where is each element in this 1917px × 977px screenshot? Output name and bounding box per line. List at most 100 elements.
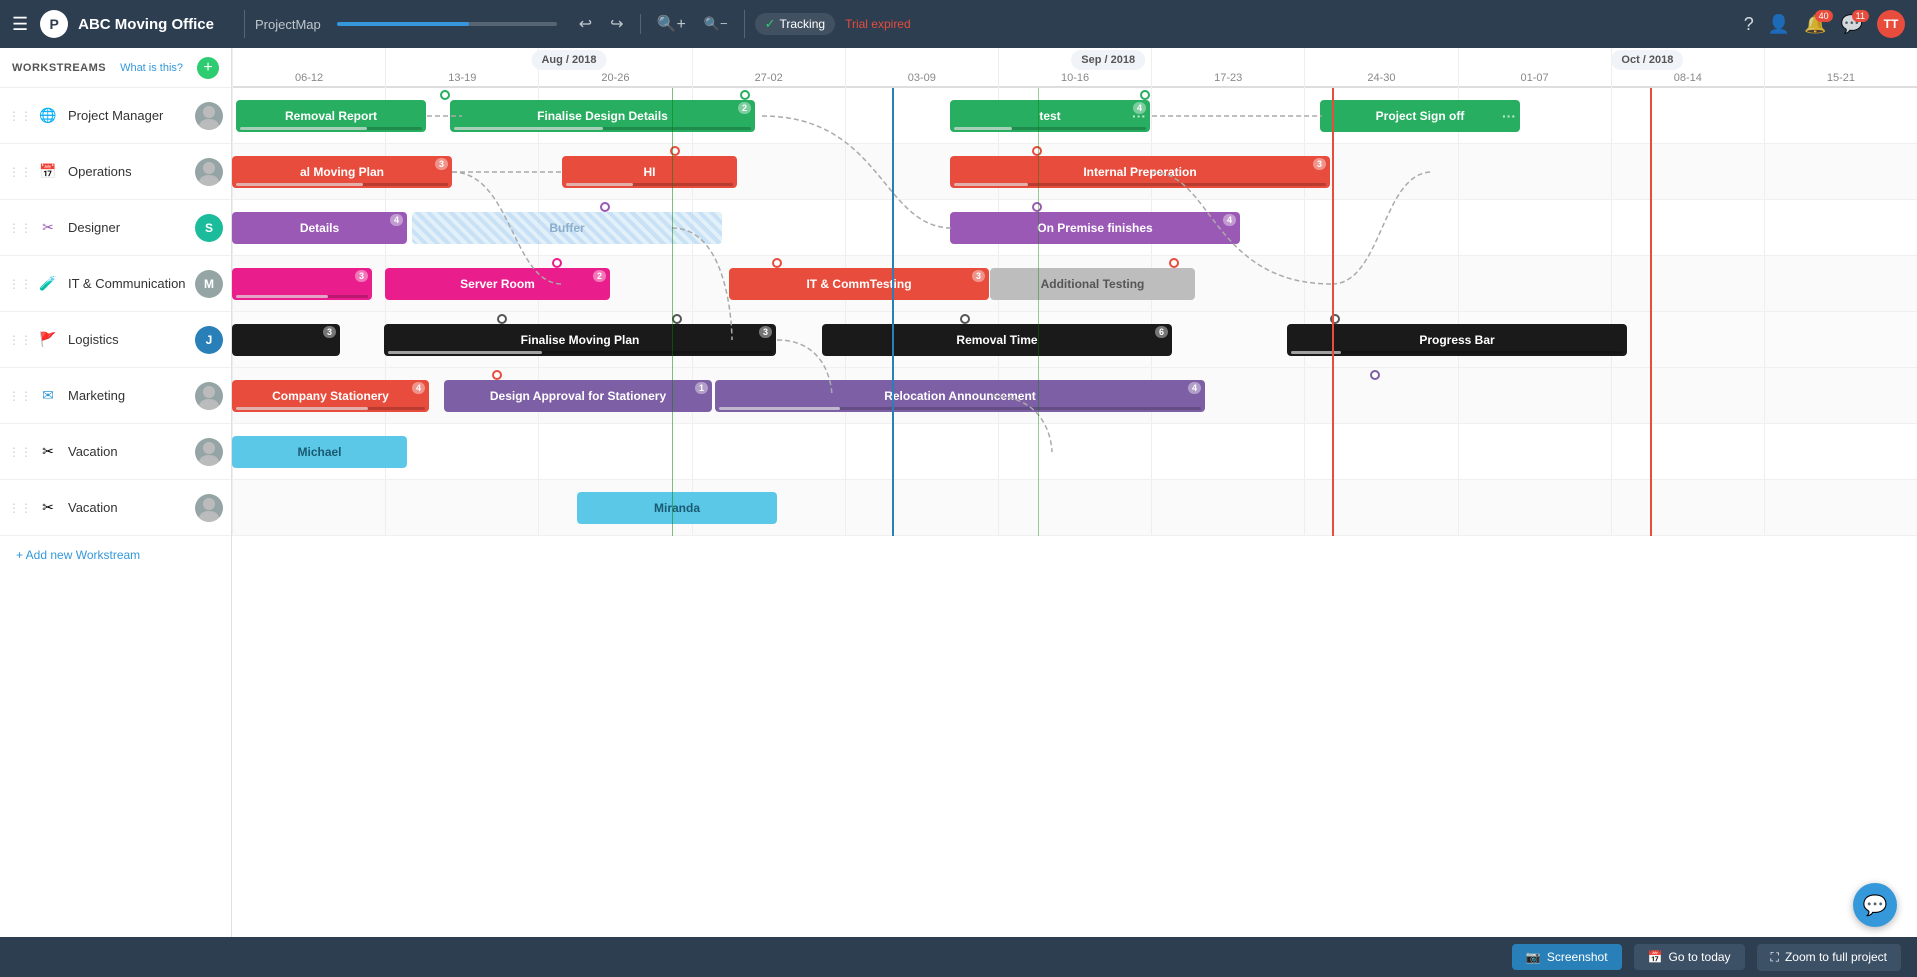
drag-handle-vac1[interactable]: ⋮⋮ (8, 445, 32, 459)
bar-removal-report[interactable]: Removal Report (236, 100, 426, 132)
add-workstream-link[interactable]: + Add new Workstream (0, 536, 231, 574)
chat-bubble-button[interactable]: 💬 (1853, 883, 1897, 927)
drag-handle-des[interactable]: ⋮⋮ (8, 221, 32, 235)
redo-button[interactable]: ↪ (604, 10, 629, 38)
bar-buffer[interactable]: Buffer (412, 212, 722, 244)
workstream-icon-des: ✂ (36, 216, 60, 240)
bar-hi[interactable]: HI (562, 156, 737, 188)
zoom-out-button[interactable]: 🔍− (698, 12, 734, 36)
gantt-row-pm: Removal Report Finalise Design Details 2… (232, 88, 1917, 144)
bar-michael[interactable]: Michael (232, 436, 407, 468)
drag-handle-ops[interactable]: ⋮⋮ (8, 165, 32, 179)
project-name[interactable]: ABC Moving Office (78, 16, 214, 33)
milestone-log-3 (960, 314, 970, 324)
week-col-9: 01-07 (1458, 48, 1611, 88)
bar-it-comm-testing[interactable]: IT & CommTesting 3 (729, 268, 989, 300)
gantt-row-mkt: Company Stationery 4 Design Approval for… (232, 368, 1917, 424)
gantt-row-vac1: Michael (232, 424, 1917, 480)
avatar-des: S (195, 214, 223, 242)
bar-additional-testing[interactable]: Additional Testing (990, 268, 1195, 300)
milestone-itc-3 (1169, 258, 1179, 268)
zoom-to-full-project-button[interactable]: ⛶ Zoom to full project (1757, 944, 1901, 971)
zoom-icon: ⛶ (1771, 950, 1779, 965)
bar-internal-preperation[interactable]: Internal Preperation 3 (950, 156, 1330, 188)
timeline-header: Aug / 2018 Sep / 2018 Oct / 2018 06-12 1… (232, 48, 1917, 88)
workstream-row-vac1[interactable]: ⋮⋮ ✂ Vacation (0, 424, 231, 480)
bar-miranda[interactable]: Miranda (577, 492, 777, 524)
workstream-row-des[interactable]: ⋮⋮ ✂ Designer S (0, 200, 231, 256)
month-oct: Oct / 2018 (1611, 50, 1683, 70)
workstream-name-mkt: Marketing (68, 388, 195, 403)
topnav-right: ? 👤 🔔 40 💬 11 TT (1744, 10, 1905, 38)
gantt-area[interactable]: Aug / 2018 Sep / 2018 Oct / 2018 06-12 1… (232, 48, 1917, 937)
view-name[interactable]: ProjectMap (255, 17, 321, 32)
tracking-check-icon: ✓ (765, 16, 776, 32)
add-workstream-button[interactable]: + (197, 57, 219, 79)
bar-company-stationery[interactable]: Company Stationery 4 (232, 380, 429, 412)
bar-removal-time[interactable]: Removal Time 6 (822, 324, 1172, 356)
workstream-name-pm: Project Manager (68, 108, 195, 123)
messages-button[interactable]: 💬 11 (1841, 14, 1863, 35)
avatar-itc: M (195, 270, 223, 298)
bar-test[interactable]: test 4 ··· (950, 100, 1150, 132)
zoom-in-button[interactable]: 🔍+ (651, 10, 692, 38)
hamburger-icon[interactable]: ☰ (12, 14, 28, 35)
drag-handle-log[interactable]: ⋮⋮ (8, 333, 32, 347)
week-col-8: 24-30 (1304, 48, 1457, 88)
milestone-pm-3 (1140, 90, 1150, 100)
workstream-icon-ops: 📅 (36, 160, 60, 184)
what-is-this-link[interactable]: What is this? (120, 62, 183, 74)
bar-finalise-moving-plan[interactable]: Finalise Moving Plan 3 (384, 324, 776, 356)
users-button[interactable]: 👤 (1768, 14, 1790, 35)
milestone-log-2 (672, 314, 682, 324)
bar-project-sign-off[interactable]: Project Sign off ··· (1320, 100, 1520, 132)
avatar-pm (195, 102, 223, 130)
user-avatar[interactable]: TT (1877, 10, 1905, 38)
avatar-vac1 (195, 438, 223, 466)
workstream-name-des: Designer (68, 220, 195, 235)
tracking-divider (744, 10, 745, 38)
gantt-row-log: 3 Finalise Moving Plan 3 Removal Time 6 … (232, 312, 1917, 368)
undo-button[interactable]: ↩ (573, 10, 598, 38)
gantt-rows-container: Removal Report Finalise Design Details 2… (232, 88, 1917, 536)
bar-relocation-announcement[interactable]: Relocation Announcement 4 (715, 380, 1205, 412)
drag-handle-pm[interactable]: ⋮⋮ (8, 109, 32, 123)
cell-pm-10 (1611, 88, 1764, 143)
cell-pm-7 (1151, 88, 1304, 143)
workstream-row-mkt[interactable]: ⋮⋮ ✉ Marketing (0, 368, 231, 424)
drag-handle-vac2[interactable]: ⋮⋮ (8, 501, 32, 515)
workstream-row-pm[interactable]: ⋮⋮ 🌐 Project Manager (0, 88, 231, 144)
workstream-row-ops[interactable]: ⋮⋮ 📅 Operations (0, 144, 231, 200)
screenshot-button[interactable]: 📷 Screenshot (1512, 944, 1622, 970)
bar-on-premise-finishes[interactable]: On Premise finishes 4 (950, 212, 1240, 244)
gantt-row-des: Details 4 Buffer On Premise finishes 4 (232, 200, 1917, 256)
week-col-2: 13-19 (385, 48, 538, 88)
drag-handle-mkt[interactable]: ⋮⋮ (8, 389, 32, 403)
bar-design-approval-stationery[interactable]: Design Approval for Stationery 1 (444, 380, 712, 412)
bar-server-room[interactable]: Server Room 2 (385, 268, 610, 300)
bar-itc-1[interactable]: 3 (232, 268, 372, 300)
workstream-name-vac1: Vacation (68, 444, 195, 459)
bar-progress-bar[interactable]: Progress Bar (1287, 324, 1627, 356)
drag-handle-itc[interactable]: ⋮⋮ (8, 277, 32, 291)
help-button[interactable]: ? (1744, 14, 1754, 35)
tracking-toggle[interactable]: ✓ Tracking (755, 13, 835, 35)
workstream-row-itc[interactable]: ⋮⋮ 🧪 IT & Communication M (0, 256, 231, 312)
sidebar: WORKSTREAMS What is this? + ⋮⋮ 🌐 Project… (0, 48, 232, 937)
notifications-badge: 40 (1815, 10, 1833, 22)
workstream-row-vac2[interactable]: ⋮⋮ ✂ Vacation (0, 480, 231, 536)
avatar-log: J (195, 326, 223, 354)
month-sep: Sep / 2018 (1071, 50, 1145, 70)
workstream-row-log[interactable]: ⋮⋮ 🚩 Logistics J (0, 312, 231, 368)
week-col-1: 06-12 (232, 48, 385, 88)
bar-details[interactable]: Details 4 (232, 212, 407, 244)
week-col-4: 27-02 (692, 48, 845, 88)
go-to-today-button[interactable]: 📅 Go to today (1634, 944, 1745, 970)
bar-log-1[interactable]: 3 (232, 324, 340, 356)
bar-al-moving-plan[interactable]: al Moving Plan 3 (232, 156, 452, 188)
bottom-bar: 📷 Screenshot 📅 Go to today ⛶ Zoom to ful… (0, 937, 1917, 977)
bar-finalise-design-details[interactable]: Finalise Design Details 2 (450, 100, 755, 132)
cell-pm-11 (1764, 88, 1917, 143)
nav-progress-bar (337, 22, 557, 26)
notifications-button[interactable]: 🔔 40 (1804, 14, 1826, 35)
